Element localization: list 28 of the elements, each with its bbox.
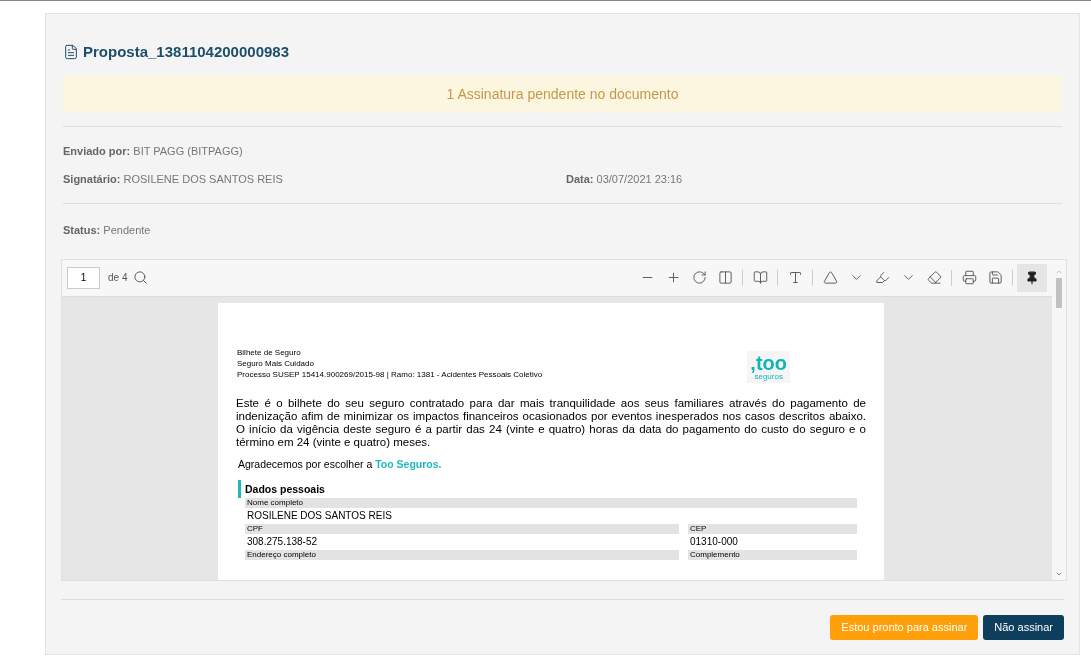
- page-number-field[interactable]: 1: [67, 266, 100, 289]
- header-line: Seguro Mais Cuidado: [237, 357, 315, 369]
- header-line: Bilhete de Seguro: [237, 346, 302, 358]
- document-title: Proposta_1381104200000983: [83, 41, 289, 62]
- field-value: 01310-000: [689, 535, 739, 550]
- field-value: 308.275.138-52: [246, 535, 319, 550]
- sender-text: Enviado por: BIT PAGG (BITPAGG): [63, 144, 244, 159]
- brand-name: Too Seguros.: [375, 457, 442, 470]
- intro-paragraph: Este é o bilhete do seu seguro contratado para dar mais tranquilidade aos seus familiares através do pagamento de indenização afim de minimizar os impactos financeiros ocasionados por eventos inesperados nos casos descritos abaixo. O início da vigência deste seguro é a partir das 24 (vinte e quatro) horas da data do pagamento do custo do seguro e o término em 24 (vinte e quatro) meses.: [235, 396, 867, 449]
- pin-button[interactable]: [1017, 263, 1047, 292]
- page-count: de 4: [108, 271, 128, 285]
- pin-icon: [1025, 270, 1039, 285]
- field-label: Complemento: [688, 550, 857, 561]
- field-label: CEP: [688, 524, 857, 535]
- pending-banner: 1 Assinatura pendente no documento: [63, 76, 1062, 112]
- field-value: ROSILENE DOS SANTOS REIS: [246, 509, 393, 524]
- document-icon: [63, 44, 79, 60]
- scroll-thumb[interactable]: [1056, 277, 1062, 308]
- header-line: Processo SUSEP 15414.900269/2015-98 | Ramo: 1381 - Acidentes Pessoais Coletivo: [237, 368, 543, 380]
- signer-text: Signatário: ROSILENE DOS SANTOS REIS: [63, 171, 284, 187]
- field-label: Endereço completo: [245, 550, 679, 561]
- decline-button[interactable]: Não assinar: [983, 614, 1064, 640]
- status-text: Status: Pendente: [63, 224, 151, 236]
- brand-logo: ,too seguros: [747, 350, 790, 383]
- date-text: Data: 03/07/2021 23:16: [566, 171, 683, 187]
- field-label: Nome completo: [245, 498, 857, 509]
- field-label: CPF: [245, 524, 679, 535]
- thanks-text: Agradecemos por escolher a: [238, 457, 374, 470]
